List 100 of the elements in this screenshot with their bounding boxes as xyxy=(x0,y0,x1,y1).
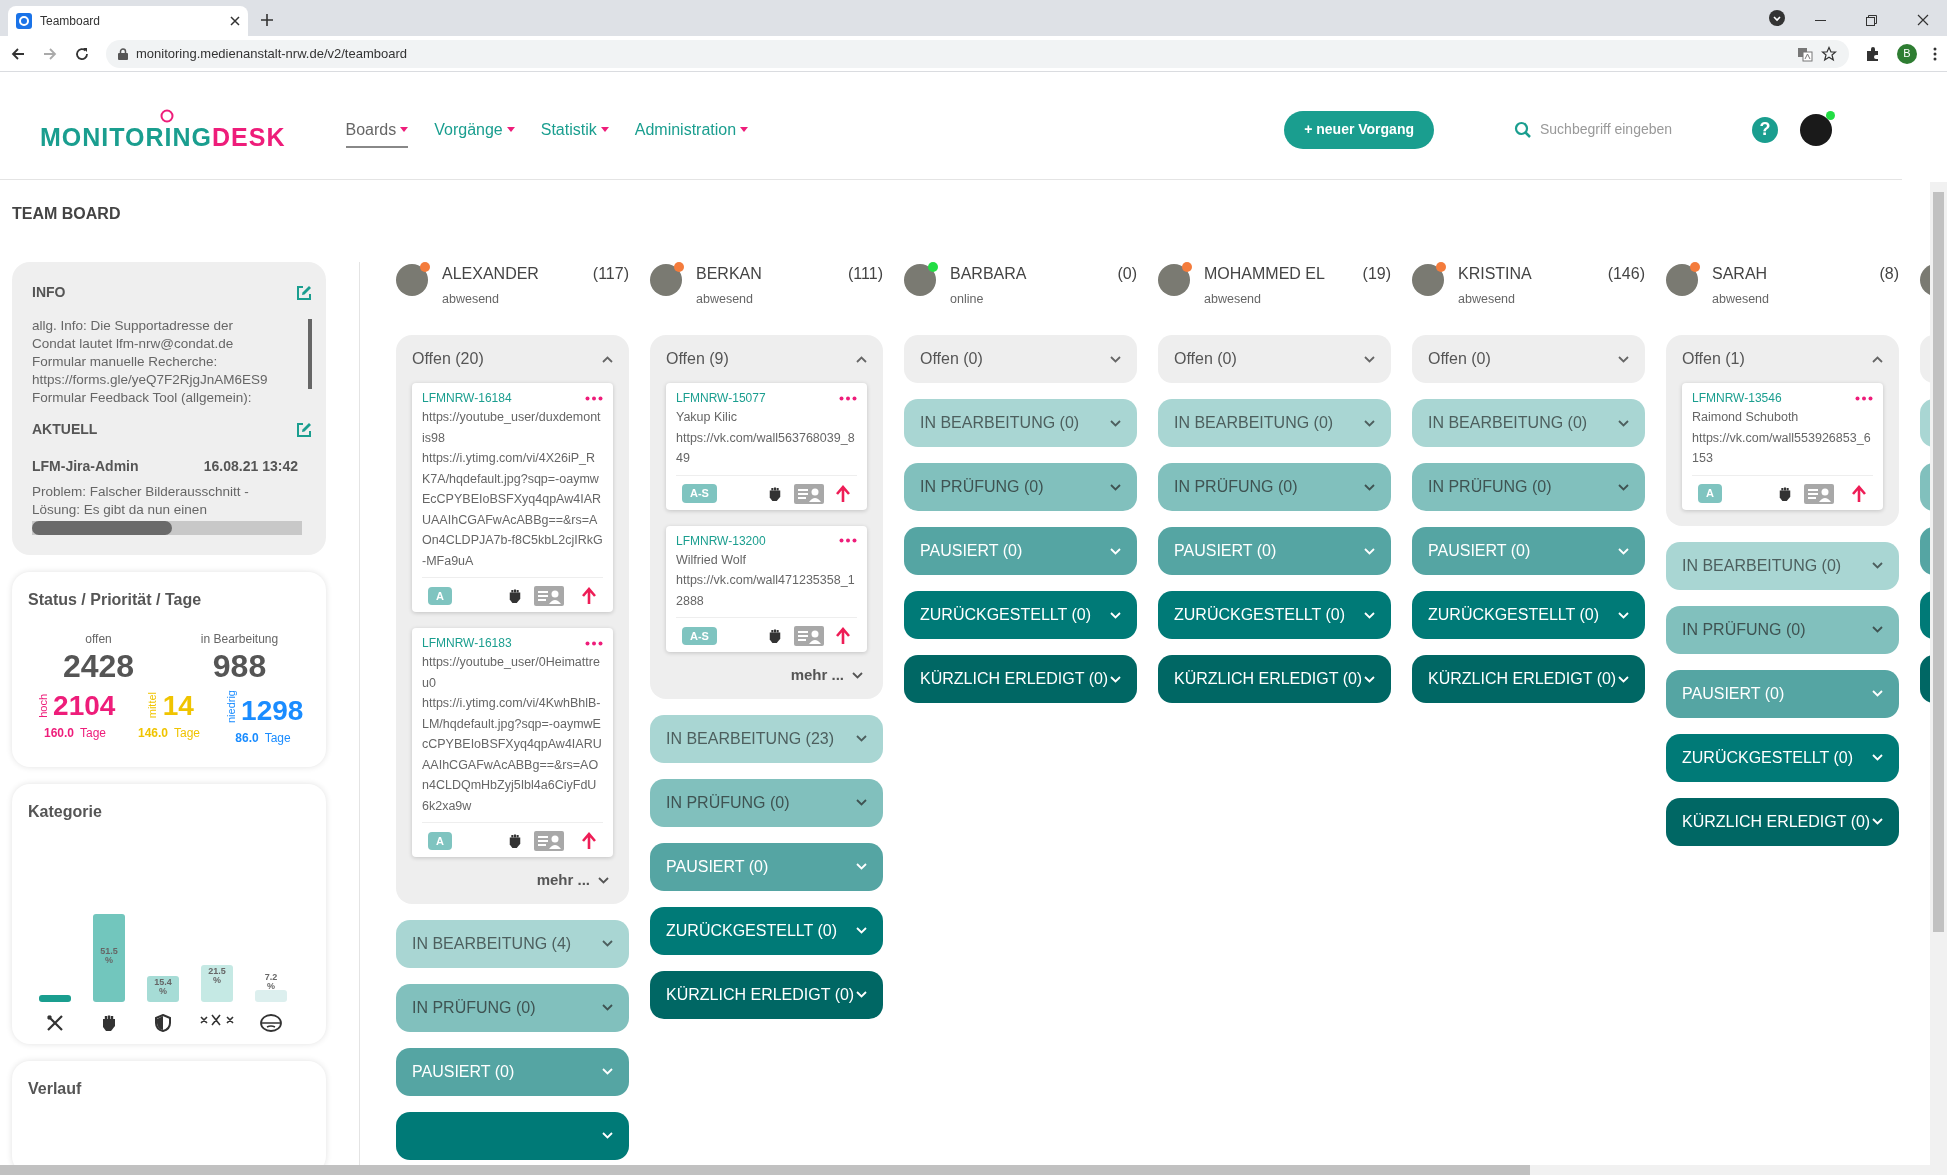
status-group-bar[interactable]: PAUSIERT (0) xyxy=(650,842,883,891)
show-more-link[interactable]: mehr ... xyxy=(536,869,590,892)
nav-link[interactable]: Statistik xyxy=(540,117,609,148)
status-group-bar[interactable]: IN PRÜFUNG (0) xyxy=(396,983,629,1032)
more-options-icon[interactable] xyxy=(585,395,603,401)
status-group-bar[interactable]: PAUSIERT (0) xyxy=(1412,527,1645,575)
ticket-card[interactable]: LFMNRW-16183 https://youtube_user/0Heimattreu0 https://i.ytimg.com/vi/4KwhBhlB-LM/hqdefault.jpg?sqp=-oaymwEcCPYBEIoBSFXyq4qpAw4IARUAAIhCGAFwAcABBg==&rs=AOn4CLDQmHbZyj5Ibl4a6CiyFdU6k2xa9w A xyxy=(412,628,613,857)
scrollbar[interactable] xyxy=(308,319,312,389)
puzzle-piece-icon[interactable] xyxy=(1865,45,1881,62)
minimize-icon[interactable] xyxy=(1815,20,1826,22)
status-group-bar[interactable]: PAUSIERT (0) xyxy=(396,1047,629,1096)
chevron-down-icon[interactable] xyxy=(1872,626,1883,633)
user-avatar[interactable] xyxy=(1800,113,1832,146)
app-logo[interactable]: MONITORINGDESK xyxy=(40,108,286,157)
chevron-down-icon[interactable] xyxy=(1110,355,1121,363)
chevron-down-icon[interactable] xyxy=(1110,483,1121,491)
status-group-bar[interactable]: Offen (0) xyxy=(1412,335,1645,383)
status-group-bar[interactable]: IN BEARBEITUNG (0) xyxy=(1158,399,1391,447)
contact-card-icon[interactable] xyxy=(793,483,824,504)
close-icon[interactable] xyxy=(230,16,240,26)
ticket-id[interactable]: LFMNRW-16183 xyxy=(422,634,512,652)
status-group-bar[interactable]: IN PRÜFUNG (0) xyxy=(650,778,883,827)
status-group-bar[interactable]: IN BEARBEITUNG (0) xyxy=(904,399,1137,447)
status-group-bar[interactable]: KÜRZLICH ERLEDIGT (0) xyxy=(904,655,1137,703)
status-group-bar[interactable]: PAUSIERT (0) xyxy=(1158,527,1391,575)
chevron-up-icon[interactable] xyxy=(1872,355,1883,363)
status-group-bar[interactable] xyxy=(396,1111,629,1160)
status-group-bar[interactable]: ZURÜCKGESTELLT (0) xyxy=(904,591,1137,639)
address-bar[interactable]: monitoring.medienanstalt-nrw.de/v2/teamboard xyxy=(106,39,1849,68)
more-options-icon[interactable] xyxy=(839,395,857,401)
ticket-id[interactable]: LFMNRW-13200 xyxy=(676,531,766,550)
status-group-bar[interactable]: IN PRÜFUNG (0) xyxy=(1666,605,1899,654)
chevron-down-icon[interactable] xyxy=(1364,355,1375,363)
horizontal-scrollbar[interactable] xyxy=(0,1165,1947,1175)
edit-icon[interactable] xyxy=(296,421,312,438)
translate-icon[interactable] xyxy=(1797,45,1813,62)
status-group-bar[interactable]: IN BEARBEITUNG (0) xyxy=(1412,399,1645,447)
ticket-id[interactable]: LFMNRW-13546 xyxy=(1692,389,1782,407)
vertical-scrollbar[interactable] xyxy=(1930,182,1947,1165)
status-group-bar[interactable]: ZURÜCKGESTELLT (0) xyxy=(1666,733,1899,782)
scrollbar[interactable] xyxy=(32,521,302,535)
chevron-down-icon[interactable] xyxy=(1364,483,1375,491)
edit-icon[interactable] xyxy=(296,284,312,301)
search-field[interactable]: Suchbegriff eingeben xyxy=(1514,119,1714,140)
ticket-card[interactable]: LFMNRW-16184 https://youtube_user/duxdemontis98 https://i.ytimg.com/vi/4X26iP_RK7A/hqdefault.jpg?sqp=-oaymwEcCPYBEIoBSFXyq4qpAw4IARUAAIhCGAFwAcABBg==&rs=AOn4CLDPJA7b-f8C5kbL2cjIRkG-MFa9uA A xyxy=(412,383,613,612)
browser-tab[interactable]: Teamboard xyxy=(8,6,248,36)
chevron-down-icon[interactable] xyxy=(856,735,867,742)
chevron-up-icon[interactable] xyxy=(602,355,613,363)
tab-search-icon[interactable] xyxy=(1769,10,1785,26)
status-group-title[interactable]: Offen (9) xyxy=(666,347,729,371)
ticket-id[interactable]: LFMNRW-16184 xyxy=(422,389,512,407)
status-group-bar[interactable]: KÜRZLICH ERLEDIGT (0) xyxy=(1666,797,1899,846)
chevron-down-icon[interactable] xyxy=(1110,419,1121,427)
chevron-down-icon[interactable] xyxy=(1618,419,1629,427)
status-group-bar[interactable]: ZURÜCKGESTELLT (0) xyxy=(1412,591,1645,639)
status-group-bar[interactable]: PAUSIERT (0) xyxy=(1666,669,1899,718)
reload-icon[interactable] xyxy=(74,45,90,62)
status-group-bar[interactable]: KÜRZLICH ERLEDIGT (0) xyxy=(1412,655,1645,703)
chevron-down-icon[interactable] xyxy=(598,876,609,884)
contact-card-icon[interactable] xyxy=(793,626,824,646)
more-options-icon[interactable] xyxy=(839,538,857,543)
kebab-menu-icon[interactable] xyxy=(1933,46,1937,61)
chevron-up-icon[interactable] xyxy=(856,355,867,363)
help-button[interactable]: ? xyxy=(1752,116,1778,143)
status-group-bar[interactable]: KÜRZLICH ERLEDIGT (0) xyxy=(650,970,883,1019)
more-options-icon[interactable] xyxy=(585,640,603,646)
status-group-bar[interactable]: KÜRZLICH ERLEDIGT (0) xyxy=(1158,655,1391,703)
status-group-bar[interactable]: IN BEARBEITUNG (0) xyxy=(1666,541,1899,590)
contact-card-icon[interactable] xyxy=(534,831,565,851)
status-group-bar[interactable]: Offen (0) xyxy=(904,335,1137,383)
nav-link[interactable]: Vorgänge xyxy=(434,117,515,148)
status-group-bar[interactable]: ZURÜCKGESTELLT (0) xyxy=(650,906,883,955)
show-more-link[interactable]: mehr ... xyxy=(790,664,844,687)
ticket-id[interactable]: LFMNRW-15077 xyxy=(676,389,766,407)
status-group-title[interactable]: Offen (20) xyxy=(412,347,484,371)
status-group-bar[interactable]: IN PRÜFUNG (0) xyxy=(904,463,1137,511)
nav-link[interactable]: Boards xyxy=(345,117,409,148)
chevron-down-icon[interactable] xyxy=(856,799,867,806)
chevron-down-icon[interactable] xyxy=(1618,355,1629,363)
status-group-bar[interactable]: PAUSIERT (0) xyxy=(904,527,1137,575)
new-case-button[interactable]: + neuer Vorgang xyxy=(1284,110,1434,149)
back-arrow-icon[interactable] xyxy=(10,45,26,62)
chevron-down-icon[interactable] xyxy=(602,940,613,947)
contact-card-icon[interactable] xyxy=(1804,483,1835,504)
star-icon[interactable] xyxy=(1821,45,1837,62)
more-options-icon[interactable] xyxy=(1855,395,1873,401)
nav-link[interactable]: Administration xyxy=(634,117,749,148)
status-group-bar[interactable]: IN PRÜFUNG (0) xyxy=(1158,463,1391,511)
status-group-bar[interactable]: IN PRÜFUNG (0) xyxy=(1412,463,1645,511)
ticket-card[interactable]: LFMNRW-13546 Raimond Schuboth https://vk.com/wall553926853_6153 A xyxy=(1682,383,1883,510)
chevron-down-icon[interactable] xyxy=(1872,562,1883,569)
status-group-title[interactable]: Offen (1) xyxy=(1682,347,1745,371)
ticket-card[interactable]: LFMNRW-13200 Wilfried Wolf https://vk.com/wall471235358_12888 A-S xyxy=(666,525,867,652)
contact-card-icon[interactable] xyxy=(534,586,565,606)
status-group-bar[interactable]: IN BEARBEITUNG (23) xyxy=(650,714,883,763)
chevron-down-icon[interactable] xyxy=(1618,483,1629,491)
profile-avatar[interactable]: B xyxy=(1897,43,1917,64)
ticket-card[interactable]: LFMNRW-15077 Yakup Kilic https://vk.com/wall563768039_849 A-S xyxy=(666,383,867,510)
status-group-bar[interactable]: Offen (0) xyxy=(1158,335,1391,383)
chevron-down-icon[interactable] xyxy=(852,671,863,679)
